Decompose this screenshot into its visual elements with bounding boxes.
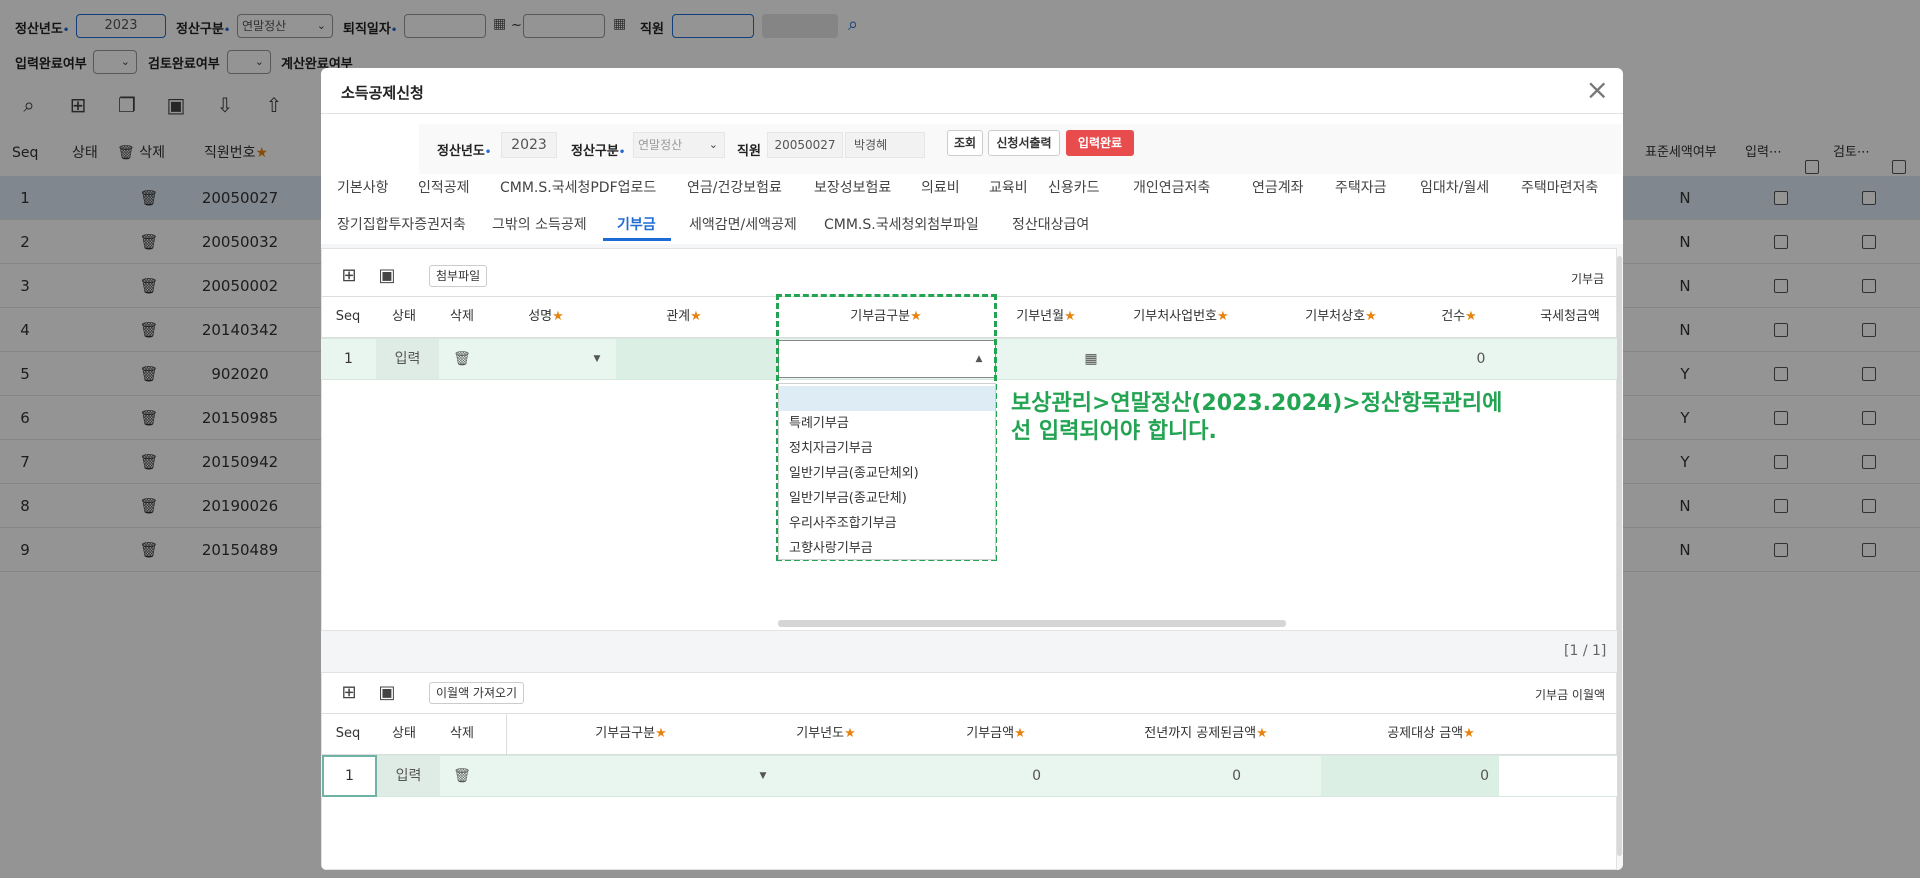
row-seq: 1: [345, 768, 354, 784]
tab-item[interactable]: 그밖의 소득공제: [492, 214, 587, 234]
dropdown-option[interactable]: 고향사랑기부금: [779, 536, 995, 561]
tab-item[interactable]: 신용카드: [1048, 177, 1100, 197]
dropdown-option[interactable]: 특례기부금: [779, 411, 995, 436]
add-row-icon[interactable]: ⊞: [337, 681, 361, 705]
tab-item[interactable]: 연금계좌: [1252, 177, 1304, 197]
th-relation: 관계★: [666, 309, 702, 324]
empty-cell: [1499, 756, 1617, 796]
print-button[interactable]: 신청서출력: [988, 130, 1060, 156]
search-button[interactable]: 조회: [947, 130, 983, 156]
tab-item[interactable]: 개인연금저축: [1133, 177, 1210, 197]
row-prev: 0: [1232, 768, 1241, 784]
vertical-scrollbar[interactable]: [1617, 256, 1622, 856]
row-status: 입력: [376, 339, 439, 379]
cond-type-label: 정산구분•: [571, 144, 626, 159]
save-icon[interactable]: ▣: [375, 264, 399, 288]
tab-item[interactable]: 정산대상급여: [1012, 214, 1089, 234]
tab-donation[interactable]: 기부금: [617, 214, 656, 234]
save-icon[interactable]: ▣: [375, 681, 399, 705]
chevron-down-icon: ⌄: [708, 138, 718, 151]
trash-icon[interactable]: 🗑: [447, 756, 477, 796]
tab-item[interactable]: 보장성보험료: [814, 177, 891, 197]
section-label: 기부금: [1571, 272, 1605, 286]
carryover-fetch-button[interactable]: 이월액 가져오기: [429, 682, 525, 704]
th-biz-name: 기부처상호★: [1305, 309, 1377, 324]
th-delete: 삭제: [450, 726, 474, 741]
tab-item[interactable]: 교육비: [989, 177, 1028, 197]
relation-cell[interactable]: [616, 339, 776, 379]
th-name: 성명★: [528, 309, 564, 324]
pager: [1 / 1]: [1564, 643, 1607, 659]
section-label: 기부금 이월액: [1535, 688, 1606, 702]
th-nts-amount: 국세청금액: [1540, 309, 1600, 324]
dropdown-option[interactable]: [779, 386, 995, 411]
th-prev-deducted: 전년까지 공제된금액★: [1144, 726, 1268, 741]
cond-year-label: 정산년도•: [437, 144, 492, 159]
th-status: 상태: [392, 309, 416, 324]
tab-item[interactable]: 인적공제: [418, 177, 470, 197]
dropdown-option[interactable]: 우리사주조합기부금: [779, 511, 995, 536]
row-amount: 0: [1032, 768, 1041, 784]
th-biz-no: 기부처사업번호★: [1133, 309, 1229, 324]
tab-item[interactable]: 주택자금: [1335, 177, 1387, 197]
cond-employee-label: 직원: [737, 144, 761, 159]
guide-note: 보상관리>연말정산(2023.2024)>정산항목관리에 선 입력되어야 합니다.: [1011, 391, 1503, 444]
th-target-amount: 공제대상 금액★: [1387, 726, 1475, 741]
attach-file-button[interactable]: 첨부파일: [429, 265, 488, 287]
active-tab-indicator: [603, 238, 671, 241]
chevron-down-icon[interactable]: ▼: [757, 756, 769, 796]
dropdown-option[interactable]: 일반기부금(종교단체외): [779, 461, 995, 486]
cond-employee-name: 박경혜: [845, 132, 925, 158]
th-donation-type: 기부금구분★: [595, 726, 667, 741]
add-row-icon[interactable]: ⊞: [337, 264, 361, 288]
horizontal-scrollbar[interactable]: [778, 620, 1286, 627]
tab-item[interactable]: 장기집합투자증권저축: [337, 214, 466, 234]
tab-item[interactable]: CMM.S.국세청외첨부파일: [824, 214, 979, 234]
row-count: 0: [1476, 351, 1486, 367]
th-seq: Seq: [335, 309, 361, 324]
th-donation-amount: 기부금액★: [966, 726, 1026, 741]
cond-year-input[interactable]: 2023: [501, 132, 557, 158]
cond-employee-no[interactable]: 20050027: [767, 132, 843, 158]
row-target: 0: [1480, 768, 1489, 784]
modal-header: [321, 68, 1623, 114]
row-status: 입력: [377, 756, 440, 796]
th-donation-month: 기부년월★: [1016, 309, 1076, 324]
trash-icon[interactable]: 🗑: [447, 339, 477, 379]
input-complete-button[interactable]: 입력완료: [1066, 130, 1134, 156]
tab-item[interactable]: 임대차/월세: [1420, 177, 1489, 197]
modal-title: 소득공제신청: [341, 84, 424, 102]
dropdown-option[interactable]: 일반기부금(종교단체): [779, 486, 995, 511]
tab-item[interactable]: CMM.S.국세청PDF업로드: [500, 177, 656, 197]
income-deduction-modal: 소득공제신청 × 정산년도• 2023 정산구분• 연말정산 ⌄ 직원 20050…: [321, 68, 1623, 870]
th-delete: 삭제: [450, 309, 474, 324]
chevron-down-icon[interactable]: ▼: [591, 339, 603, 379]
dropdown-option[interactable]: 정치자금기부금: [779, 436, 995, 461]
tab-item[interactable]: 의료비: [921, 177, 960, 197]
tab-item[interactable]: 연금/건강보험료: [687, 177, 782, 197]
tab-item[interactable]: 주택마련저축: [1521, 177, 1598, 197]
tab-item[interactable]: 세액감면/세액공제: [689, 214, 797, 234]
cond-type-select[interactable]: 연말정산 ⌄: [633, 132, 725, 158]
row-seq: 1: [344, 351, 353, 367]
th-seq: Seq: [335, 726, 361, 741]
th-status: 상태: [392, 726, 416, 741]
close-icon[interactable]: ×: [1586, 76, 1609, 104]
tab-item[interactable]: 기본사항: [337, 177, 389, 197]
th-donation-year: 기부년도★: [796, 726, 856, 741]
calendar-icon[interactable]: ▦: [1081, 339, 1101, 379]
th-count: 건수★: [1441, 309, 1477, 324]
